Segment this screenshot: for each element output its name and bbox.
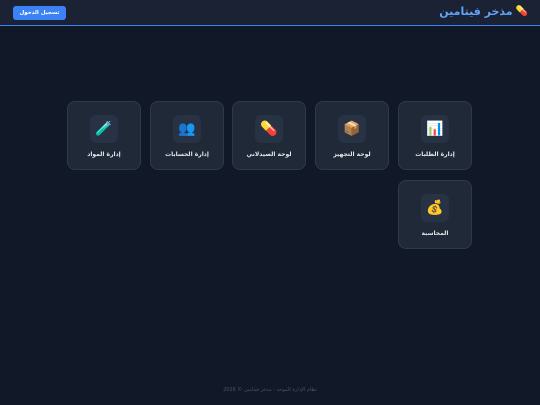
money-bag-icon: 💰 (421, 194, 449, 222)
brand-name: مذخر فيتامين (439, 5, 513, 18)
card-pharmacist-board[interactable]: 💊 لوحة الصيدلاني (232, 101, 306, 170)
card-label: المحاسبة (421, 230, 449, 237)
package-icon: 📦 (338, 115, 366, 143)
card-label: لوحة الصيدلاني (246, 151, 292, 158)
card-preparation-board[interactable]: 📦 لوحة التجهيز (315, 101, 389, 170)
card-orders-management[interactable]: 📊 إدارة الطلبات (398, 101, 472, 170)
top-header: 💊 مذخر فيتامين تسجيل الدخول (0, 0, 540, 26)
card-accounts-management[interactable]: 👥 إدارة الحسابات (150, 101, 224, 170)
pill-icon: 💊 (515, 6, 528, 17)
card-label: لوحة التجهيز (333, 151, 371, 158)
login-button[interactable]: تسجيل الدخول (13, 6, 66, 20)
test-tube-icon: 🧪 (90, 115, 118, 143)
card-label: إدارة الطلبات (415, 151, 455, 158)
card-accounting[interactable]: 💰 المحاسبة (398, 180, 472, 249)
card-label: إدارة الحسابات (165, 151, 209, 158)
brand[interactable]: 💊 مذخر فيتامين (439, 5, 528, 19)
users-icon: 👥 (173, 115, 201, 143)
pill-icon: 💊 (255, 115, 283, 143)
bar-chart-icon: 📊 (421, 115, 449, 143)
card-materials-management[interactable]: 🧪 إدارة المواد (67, 101, 141, 170)
footer-text: نظام الإدارة الموحد - مذخر فيتامين © 202… (223, 387, 317, 393)
card-label: إدارة المواد (87, 151, 121, 158)
